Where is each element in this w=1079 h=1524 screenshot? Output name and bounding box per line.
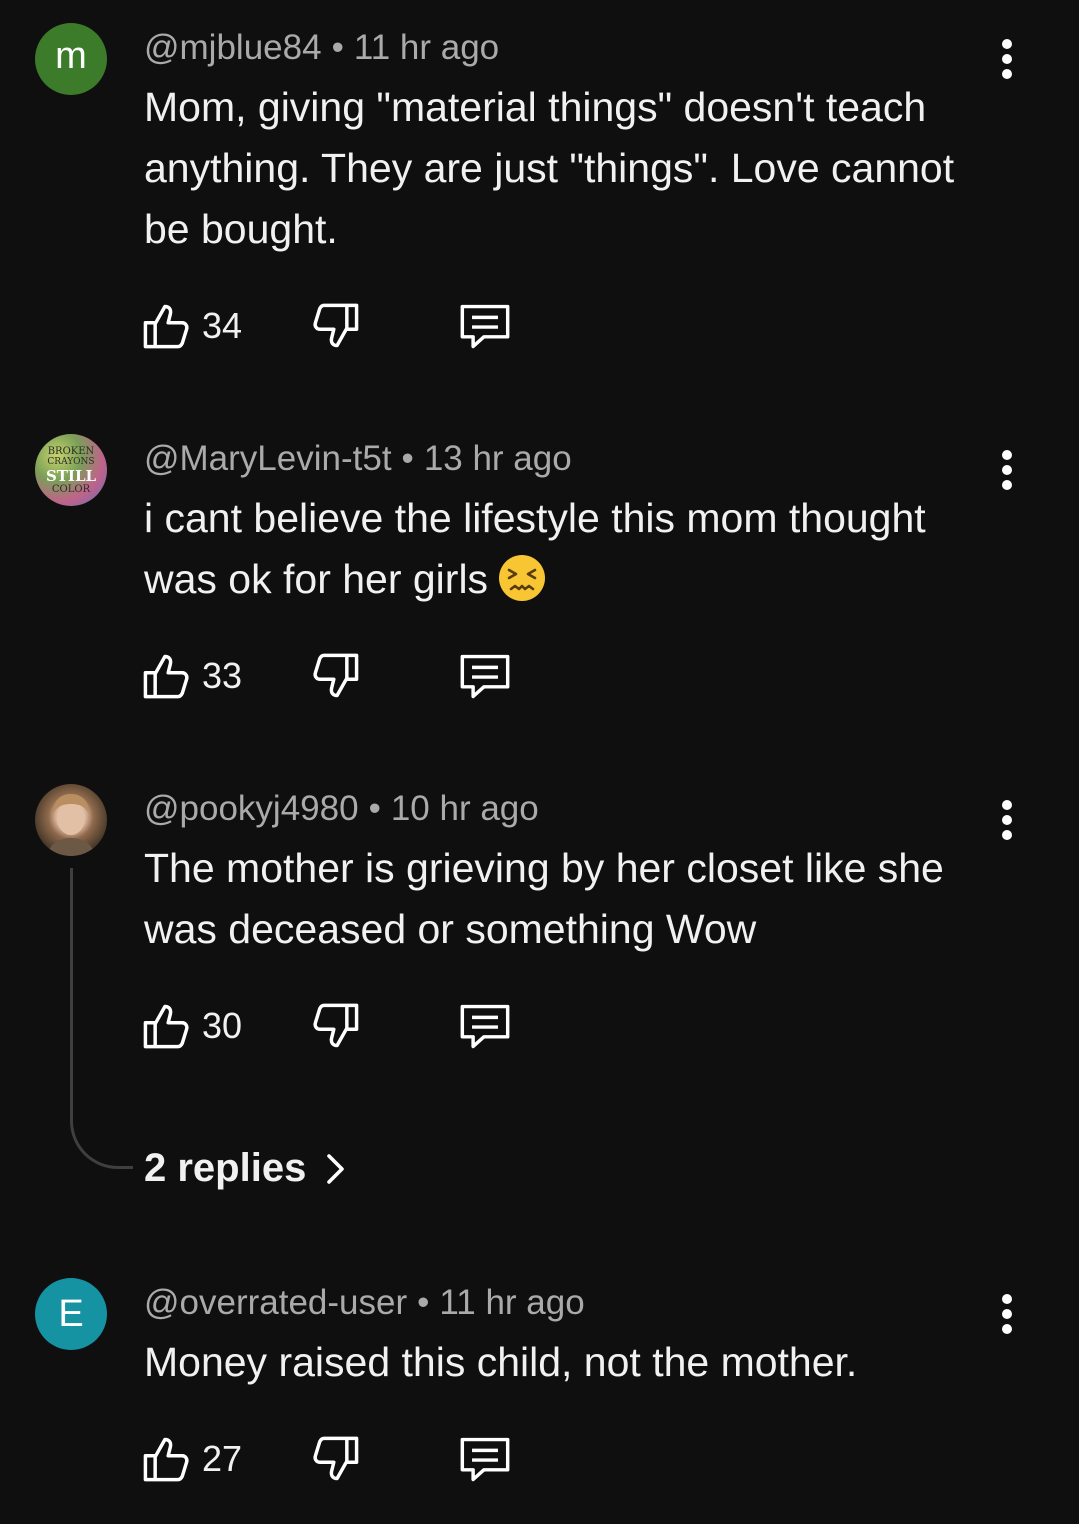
author-name[interactable]: @mjblue84 bbox=[144, 28, 322, 67]
comment-text: Mom, giving "material things" doesn't te… bbox=[144, 77, 1004, 260]
reply-button[interactable] bbox=[458, 1000, 512, 1052]
chevron-right-icon bbox=[327, 1153, 345, 1184]
more-options-button[interactable] bbox=[990, 37, 1024, 81]
author-name[interactable]: @overrated-user bbox=[144, 1283, 407, 1322]
like-button[interactable]: 30 bbox=[140, 1000, 242, 1052]
comment-actions: 30 bbox=[140, 1000, 540, 1056]
like-count: 33 bbox=[202, 655, 243, 696]
thumbs-up-icon bbox=[143, 304, 189, 349]
comment-line: The mother is grieving by her closet lik… bbox=[144, 845, 944, 891]
confounded-face-emoji-icon bbox=[499, 555, 546, 601]
separator-dot: • bbox=[368, 789, 381, 828]
more-vert-icon bbox=[1002, 1294, 1012, 1334]
more-vert-icon bbox=[1002, 39, 1012, 79]
comment-meta: @overrated-user • 11 hr ago bbox=[144, 1283, 585, 1323]
comment-line: was deceased or something Wow bbox=[144, 906, 757, 952]
reply-button[interactable] bbox=[458, 1433, 512, 1485]
thumbs-down-icon bbox=[313, 653, 359, 698]
author-name[interactable]: @pookyj4980 bbox=[144, 789, 359, 828]
dislike-button[interactable] bbox=[310, 1000, 362, 1052]
separator-dot: • bbox=[331, 28, 344, 67]
separator-dot: • bbox=[401, 439, 414, 478]
avatar[interactable]: BROKEN CRAYONS STILL COLOR bbox=[35, 434, 107, 506]
dislike-button[interactable] bbox=[310, 300, 362, 352]
like-count: 27 bbox=[202, 1438, 243, 1479]
view-replies-button[interactable]: 2 replies bbox=[144, 1146, 350, 1191]
like-count: 34 bbox=[202, 305, 243, 346]
replies-label: 2 replies bbox=[144, 1146, 307, 1190]
more-options-button[interactable] bbox=[990, 448, 1024, 492]
thumbs-up-icon bbox=[143, 1437, 189, 1482]
like-button[interactable]: 33 bbox=[140, 650, 242, 702]
comment-actions: 33 bbox=[140, 650, 540, 706]
comment-meta: @pookyj4980 • 10 hr ago bbox=[144, 789, 539, 829]
avatar-letter: m bbox=[55, 34, 87, 77]
comment-icon bbox=[460, 304, 510, 349]
dislike-button[interactable] bbox=[310, 650, 362, 702]
more-options-button[interactable] bbox=[990, 798, 1024, 842]
author-name[interactable]: @MaryLevin-t5t bbox=[144, 439, 392, 478]
dislike-button[interactable] bbox=[310, 1433, 362, 1485]
more-options-button[interactable] bbox=[990, 1292, 1024, 1336]
avatar-letter: E bbox=[58, 1292, 84, 1335]
more-vert-icon bbox=[1002, 450, 1012, 490]
comment-actions: 27 bbox=[140, 1433, 540, 1489]
avatar-text: CRAYONS bbox=[47, 456, 95, 467]
comment-meta: @mjblue84 • 11 hr ago bbox=[144, 28, 499, 68]
comment-icon bbox=[460, 1004, 510, 1049]
reply-thread-line bbox=[70, 868, 133, 1169]
thumbs-up-icon bbox=[143, 654, 189, 699]
avatar-text: STILL bbox=[45, 466, 97, 485]
more-vert-icon bbox=[1002, 800, 1012, 840]
comment-icon bbox=[460, 654, 510, 699]
timestamp[interactable]: 13 hr ago bbox=[424, 439, 572, 478]
comment-text: i cant believe the lifestyle this mom th… bbox=[144, 488, 1004, 610]
thumbs-down-icon bbox=[313, 1003, 359, 1048]
comment-text: Money raised this child, not the mother. bbox=[144, 1332, 1004, 1393]
separator-dot: • bbox=[417, 1283, 430, 1322]
reply-button[interactable] bbox=[458, 300, 512, 352]
timestamp[interactable]: 11 hr ago bbox=[439, 1283, 584, 1322]
comment-text: The mother is grieving by her closet lik… bbox=[144, 838, 1004, 960]
comment-line: anything. They are just "things". Love c… bbox=[144, 145, 955, 191]
timestamp[interactable]: 11 hr ago bbox=[354, 28, 499, 67]
comment-line-text: was ok for her girls bbox=[144, 556, 489, 602]
comment-meta: @MaryLevin-t5t • 13 hr ago bbox=[144, 439, 572, 479]
thumbs-down-icon bbox=[313, 303, 359, 348]
avatar[interactable]: E bbox=[35, 1278, 107, 1350]
comment-line: be bought. bbox=[144, 206, 338, 252]
comment-line: was ok for her girls bbox=[144, 549, 1004, 610]
comment-line: Mom, giving "material things" doesn't te… bbox=[144, 84, 927, 130]
comment-line: i cant believe the lifestyle this mom th… bbox=[144, 495, 926, 541]
comment-actions: 34 bbox=[140, 300, 540, 356]
avatar[interactable]: m bbox=[35, 23, 107, 95]
thumbs-up-icon bbox=[143, 1004, 189, 1049]
thumbs-down-icon bbox=[313, 1436, 359, 1481]
timestamp[interactable]: 10 hr ago bbox=[391, 789, 539, 828]
person-photo-icon bbox=[47, 794, 95, 856]
comment-icon bbox=[460, 1437, 510, 1482]
comment-line: Money raised this child, not the mother. bbox=[144, 1339, 858, 1385]
reply-button[interactable] bbox=[458, 650, 512, 702]
avatar-text: BROKEN bbox=[47, 445, 95, 457]
like-count: 30 bbox=[202, 1005, 243, 1046]
like-button[interactable]: 27 bbox=[140, 1433, 242, 1485]
like-button[interactable]: 34 bbox=[140, 300, 242, 352]
avatar-text: COLOR bbox=[51, 483, 91, 495]
avatar[interactable] bbox=[35, 784, 107, 856]
